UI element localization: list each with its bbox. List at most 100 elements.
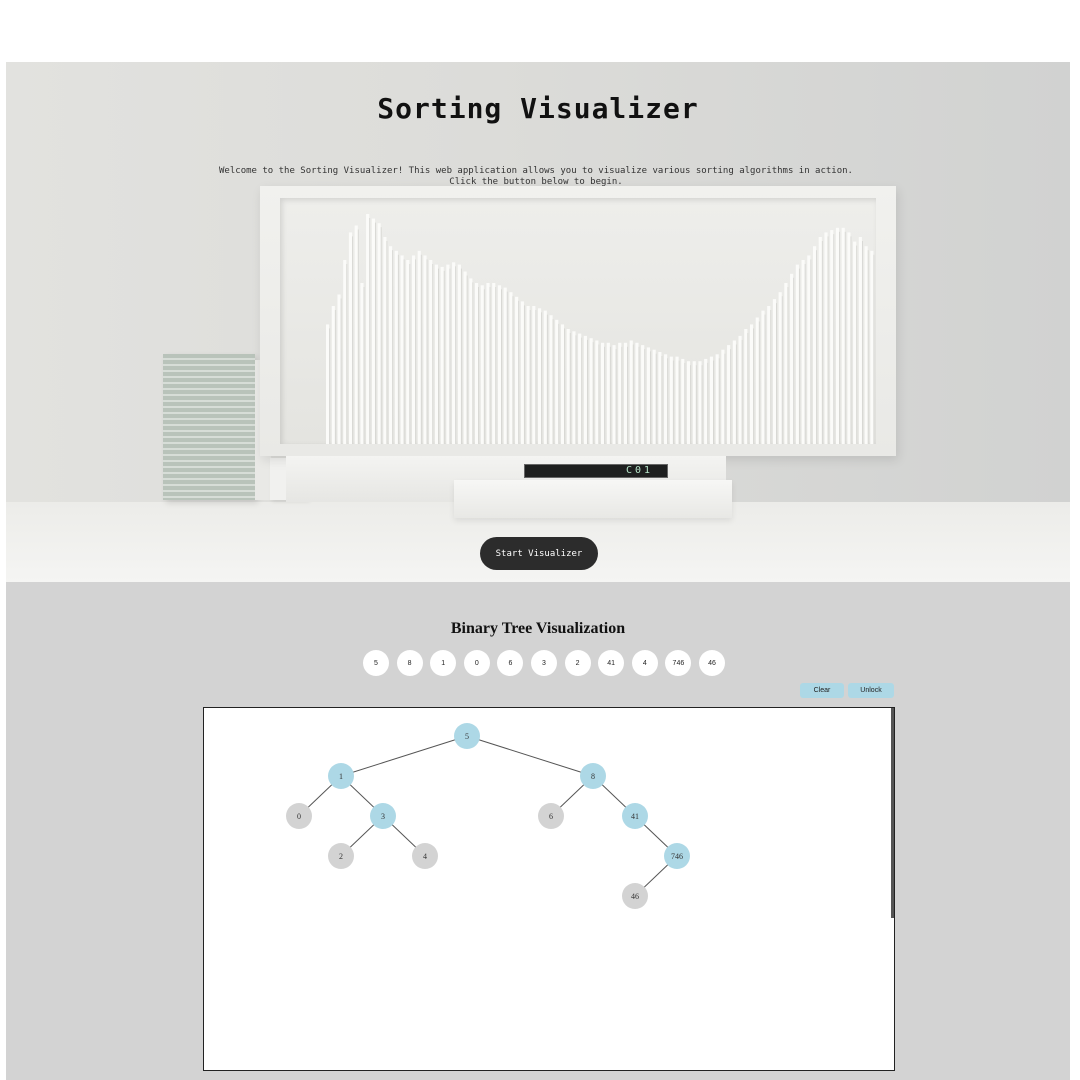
sculpture-bar — [635, 342, 639, 444]
tree-graph: 5 1 8 0 3 6 41 2 4 746 46 — [286, 723, 690, 909]
sculpture-bar — [463, 271, 467, 444]
sculpture-bar — [578, 333, 582, 444]
tree-node[interactable]: 3 — [370, 803, 396, 829]
sculpture-bar — [870, 250, 874, 444]
tree-node[interactable]: 1 — [328, 763, 354, 789]
sculpture-bar — [526, 306, 530, 444]
sculpture-bar — [675, 356, 679, 444]
value-chip[interactable]: 41 — [598, 650, 625, 676]
sculpture-bar — [761, 310, 765, 444]
sculpture-bar — [446, 264, 450, 444]
sculpture-bar — [497, 285, 502, 444]
value-chip[interactable]: 6 — [497, 650, 524, 676]
sculpture-bar — [721, 349, 725, 444]
sculpture-bar — [835, 227, 840, 444]
sculpture-bar — [818, 237, 822, 444]
tree-edge — [340, 735, 468, 777]
value-chip[interactable]: 3 — [531, 650, 557, 676]
sculpture-bar — [606, 342, 610, 444]
tree-node-label: 3 — [381, 812, 385, 821]
sculpture-bar — [727, 345, 731, 444]
sculpture-bar — [366, 214, 370, 444]
sculpture-bar — [360, 283, 364, 444]
sculpture-bar — [658, 352, 662, 444]
tree-node[interactable]: 6 — [538, 803, 564, 829]
tree-node-label: 5 — [465, 732, 469, 741]
sculpture-bar — [824, 232, 828, 444]
tree-edge — [466, 735, 594, 777]
sculpture-bar — [755, 317, 759, 444]
sculpture-bar — [417, 250, 421, 444]
sculpture-bar — [664, 354, 668, 444]
sculpture-bar — [623, 342, 628, 444]
sculpture-bar — [641, 345, 645, 444]
tree-node[interactable]: 0 — [286, 803, 312, 829]
tree-node[interactable]: 5 — [454, 723, 480, 749]
value-chip[interactable]: 2 — [564, 650, 591, 676]
value-chip[interactable]: 746 — [665, 650, 692, 676]
sculpture-bar — [738, 335, 742, 444]
tree-node[interactable]: 746 — [664, 843, 690, 869]
sculpture-bar — [348, 232, 353, 444]
sculpture-bar — [520, 301, 524, 444]
hero-description-line-1: Welcome to the Sorting Visualizer! This … — [219, 166, 853, 176]
sculpture-bar — [503, 287, 507, 444]
value-chip[interactable]: 1 — [430, 650, 457, 676]
sculpture-bar — [704, 358, 708, 444]
page-title: Sorting Visualizer — [377, 92, 699, 125]
value-chip[interactable]: 4 — [631, 650, 658, 676]
tree-canvas[interactable]: 5 1 8 0 3 6 41 2 4 746 46 — [203, 707, 895, 1071]
tree-node[interactable]: 4 — [412, 843, 438, 869]
sculpture-bar — [532, 306, 536, 444]
sculpture-bar — [423, 255, 427, 444]
sculpture-bar — [452, 262, 456, 444]
bar-sculpture-inner — [280, 198, 876, 444]
sculpture-bar — [589, 338, 593, 444]
sculpture-bar — [732, 340, 736, 444]
sculpture-bar — [830, 230, 834, 444]
sculpture-bar — [681, 358, 685, 444]
sculpture-bar — [343, 260, 347, 444]
sculpture-bar — [601, 342, 605, 444]
canvas-scrollbar[interactable] — [891, 708, 894, 918]
sculpture-bar — [801, 260, 805, 444]
tree-node-label: 1 — [339, 772, 343, 781]
sculpture-bar — [767, 306, 771, 444]
sculpture-bar — [715, 354, 719, 444]
sculpture-bar — [406, 260, 410, 444]
sculpture-bar — [778, 292, 782, 444]
tree-node[interactable]: 2 — [328, 843, 354, 869]
sculpture-bar — [698, 361, 702, 444]
sculpture-bar — [469, 278, 473, 444]
sculpture-bar — [383, 237, 387, 444]
sculpture-bar — [440, 266, 444, 444]
value-chip[interactable]: 5 — [363, 650, 389, 676]
sculpture-bar — [853, 241, 857, 444]
tree-node[interactable]: 41 — [622, 803, 648, 829]
unlock-button[interactable]: Unlock — [848, 683, 894, 698]
sculpture-bar — [612, 345, 616, 444]
tree-node[interactable]: 46 — [622, 883, 648, 909]
hero-description: Welcome to the Sorting Visualizer! This … — [186, 166, 886, 188]
sculpture-bar — [543, 310, 547, 444]
value-chip[interactable]: 8 — [396, 650, 423, 676]
bar-sculpture-frame — [260, 186, 896, 456]
value-chip[interactable]: 0 — [463, 650, 490, 676]
display-text: C01 — [625, 465, 653, 476]
sculpture-bar — [566, 329, 570, 444]
tree-node[interactable]: 8 — [580, 763, 606, 789]
sculpture-bar — [486, 283, 490, 444]
sculpture-bar — [537, 308, 542, 444]
clear-button[interactable]: Clear — [800, 683, 844, 698]
sculpture-bar — [595, 340, 599, 444]
sculpture-bar — [549, 315, 553, 444]
start-visualizer-button[interactable]: Start Visualizer — [480, 537, 598, 570]
sculpture-bar — [709, 356, 714, 444]
tree-title: Binary Tree Visualization — [450, 620, 626, 637]
sculpture-bar — [480, 285, 484, 444]
sculpture-bar — [394, 250, 398, 444]
digital-display: C01 — [524, 464, 668, 478]
tree-node-label: 4 — [423, 852, 427, 861]
sculpture-bar — [400, 255, 404, 444]
value-chip[interactable]: 46 — [699, 650, 725, 676]
